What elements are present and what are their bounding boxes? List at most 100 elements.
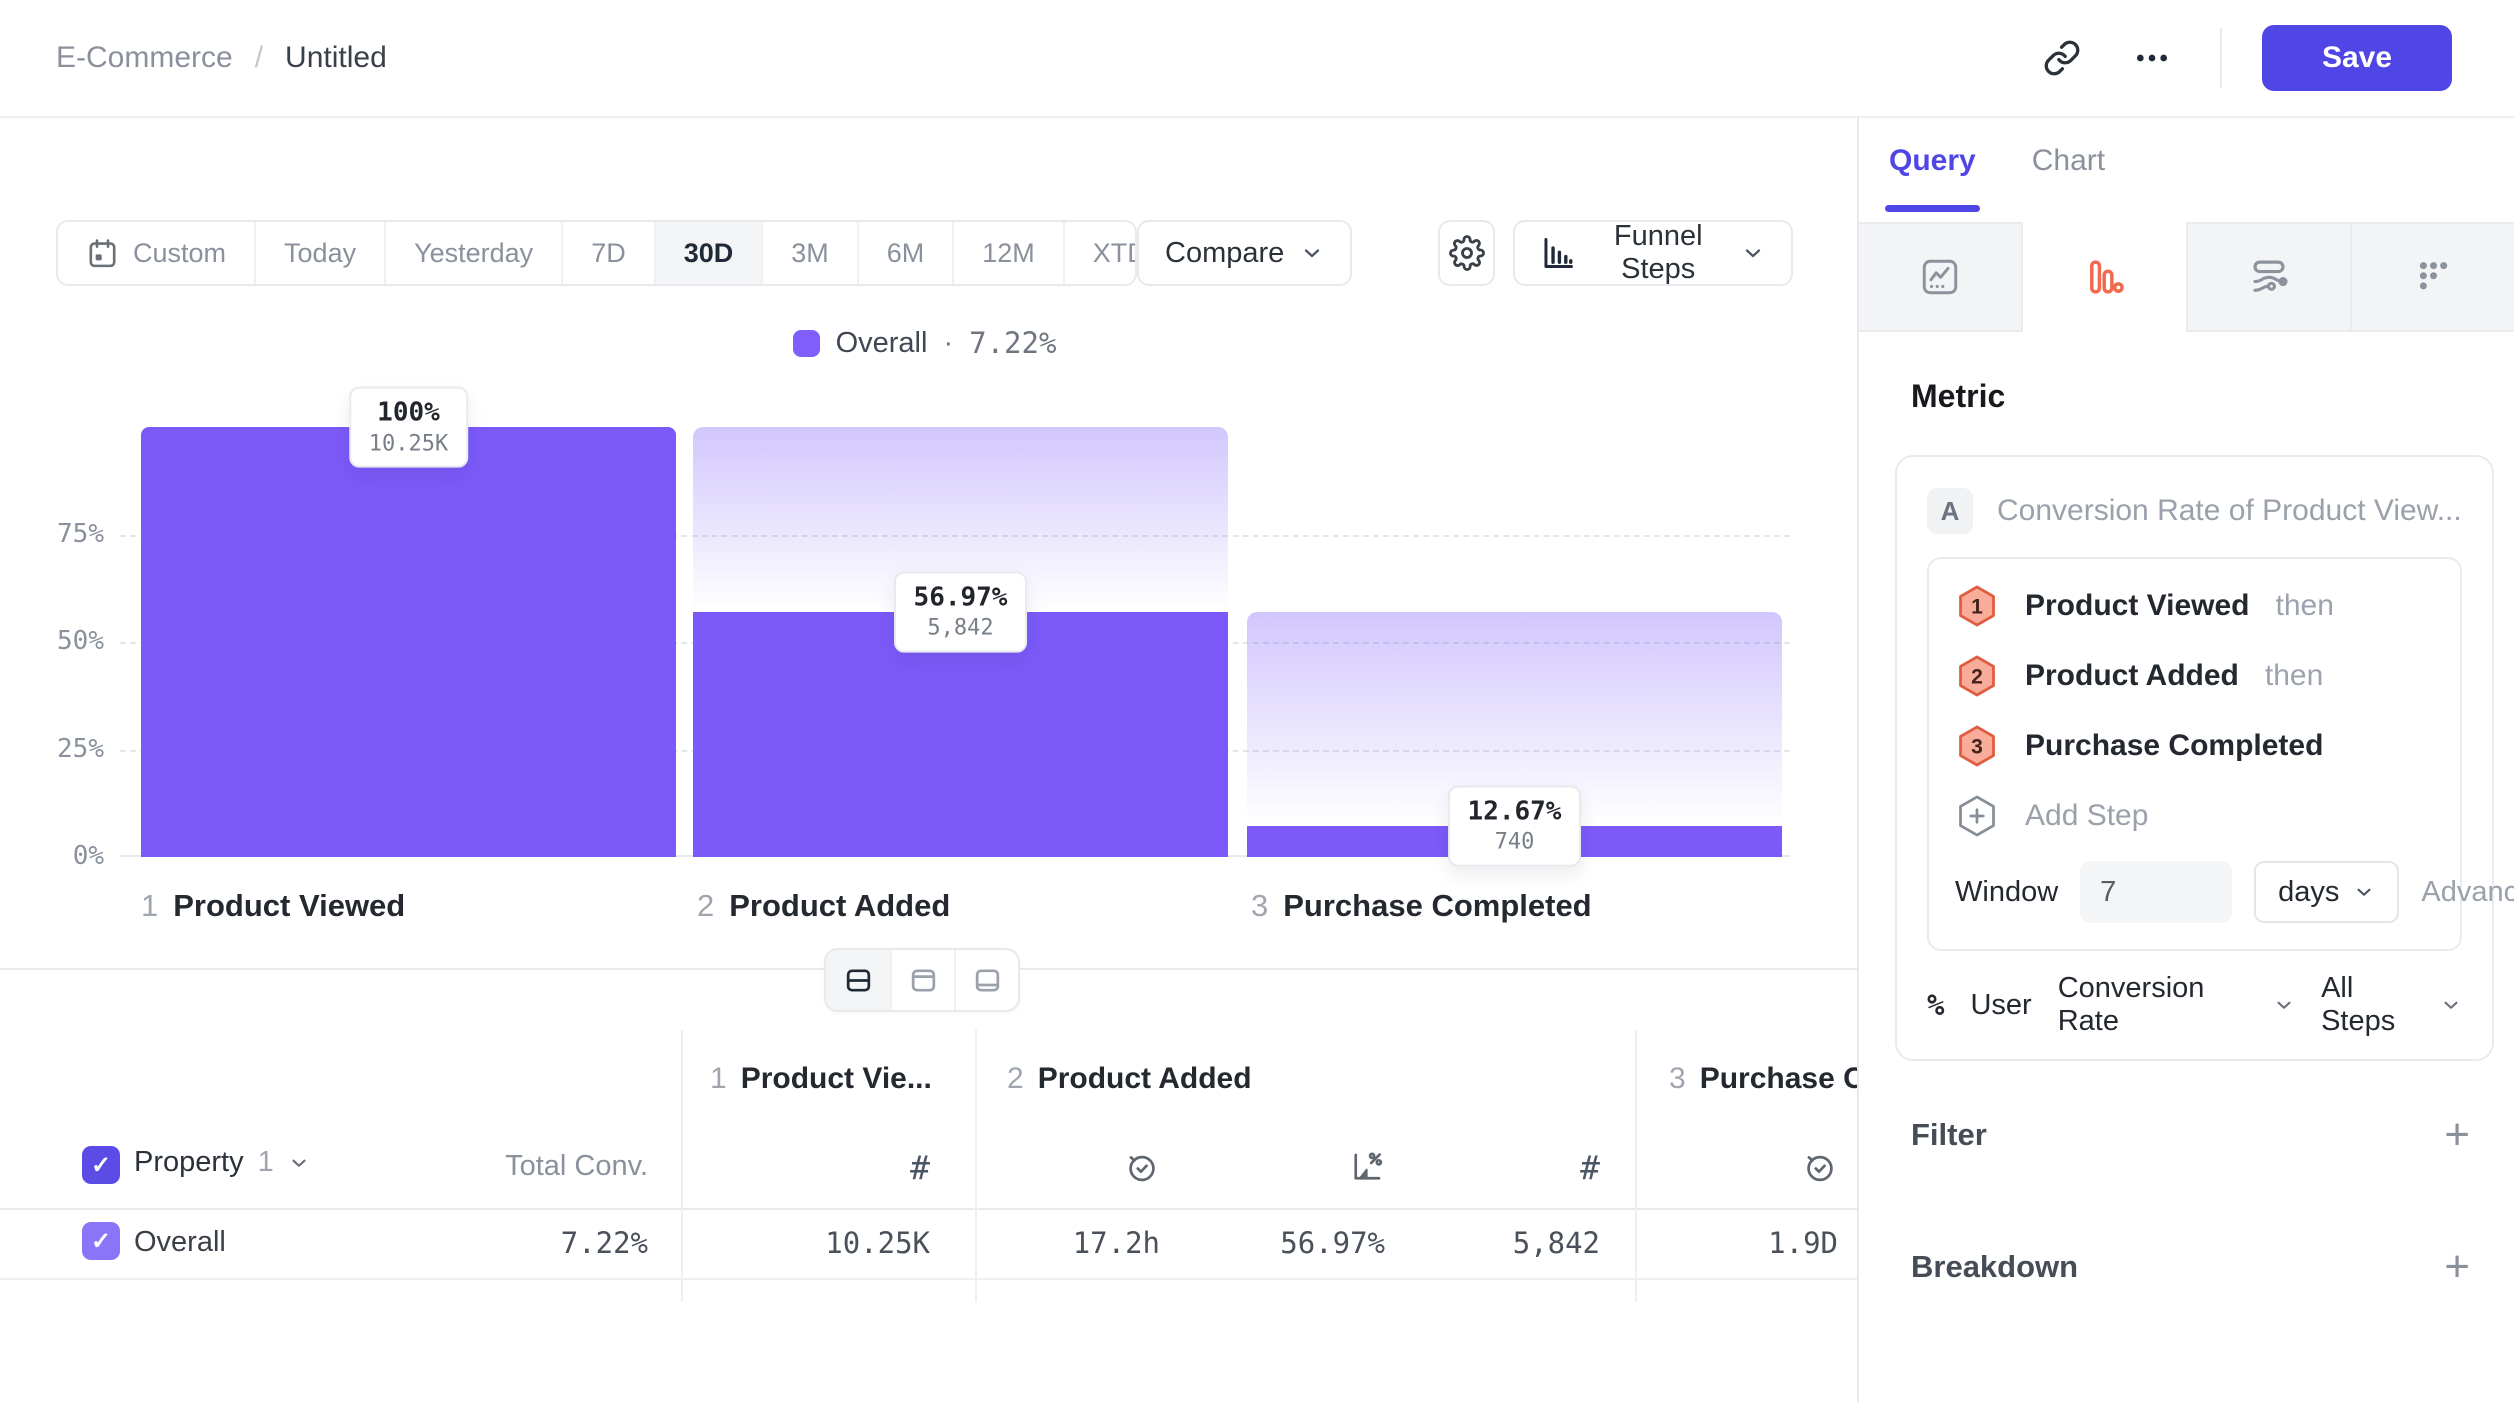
table-group-2-header: 2 Product Added bbox=[1007, 1062, 1252, 1096]
range-7d[interactable]: 7D bbox=[561, 222, 654, 284]
range-label: 3M bbox=[791, 238, 829, 269]
chart-type-funnel-tab[interactable] bbox=[2023, 222, 2187, 332]
chevron-down-icon bbox=[2353, 881, 2375, 903]
step-row-1[interactable]: 1 Product Viewed then bbox=[1955, 571, 2434, 641]
range-label: XTD bbox=[1093, 238, 1137, 269]
range-12m[interactable]: 12M bbox=[952, 222, 1063, 284]
range-label: 6M bbox=[887, 238, 925, 269]
step-label-1: 1 Product Viewed bbox=[141, 888, 405, 924]
chart-type-flows-tab[interactable] bbox=[2188, 222, 2352, 332]
advanced-toggle[interactable]: Advanced bbox=[2421, 876, 2514, 909]
group-number: 3 bbox=[1669, 1062, 1686, 1096]
group-name: Product Vie... bbox=[741, 1062, 932, 1096]
funnel-bar-step-1[interactable]: 100% 10.25K bbox=[141, 427, 676, 857]
row-cell: 10.25K bbox=[825, 1226, 930, 1260]
breadcrumb-current-title[interactable]: Untitled bbox=[285, 41, 387, 75]
step-row-3[interactable]: 3 Purchase Completed bbox=[1955, 711, 2434, 781]
step-connector: then bbox=[2276, 589, 2334, 623]
layout-switcher bbox=[824, 948, 1020, 1012]
panel-tabs: Query Chart bbox=[1859, 118, 2514, 222]
chart-view-label: Funnel Steps bbox=[1591, 220, 1725, 286]
step-event-name: Purchase Completed bbox=[2025, 729, 2323, 763]
metric-series-row[interactable]: A Conversion Rate of Product View... bbox=[1927, 485, 2462, 537]
table-group-3-header: 3 Purchase C bbox=[1669, 1062, 1857, 1096]
breadcrumb-parent[interactable]: E-Commerce bbox=[56, 41, 233, 75]
select-all-checkbox[interactable]: ✓ bbox=[82, 1146, 120, 1184]
chart-settings-button[interactable] bbox=[1438, 220, 1495, 286]
range-yesterday[interactable]: Yesterday bbox=[384, 222, 561, 284]
property-column-header[interactable]: Property 1 bbox=[134, 1146, 310, 1179]
row-name: Overall bbox=[134, 1226, 226, 1259]
save-button[interactable]: Save bbox=[2262, 25, 2452, 91]
range-custom[interactable]: Custom bbox=[58, 222, 254, 284]
chart-type-retention-tab[interactable] bbox=[2352, 222, 2514, 332]
layout-line-bottom-button[interactable] bbox=[954, 950, 1018, 1010]
measure-scope-select[interactable]: All Steps bbox=[2321, 972, 2462, 1038]
funnel-bar-solid bbox=[141, 427, 676, 857]
legend-value: 7.22% bbox=[969, 326, 1056, 360]
step-name: Product Viewed bbox=[173, 888, 405, 924]
funnel-bar-tooltip: 100% 10.25K bbox=[349, 386, 468, 467]
measure-metric-select[interactable]: Conversion Rate bbox=[2058, 972, 2295, 1038]
window-label: Window bbox=[1955, 876, 2058, 909]
chart-legend: Overall · 7.22% bbox=[56, 326, 1793, 360]
range-3m[interactable]: 3M bbox=[761, 222, 857, 284]
measure-entity[interactable]: User bbox=[1970, 989, 2031, 1022]
layout-line-top-button[interactable] bbox=[890, 950, 954, 1010]
step-connector: then bbox=[2265, 659, 2323, 693]
tooltip-count: 740 bbox=[1468, 829, 1562, 857]
row-cell: 17.2h bbox=[1073, 1226, 1160, 1260]
breakdown-label: Breakdown bbox=[1911, 1249, 2078, 1285]
chevron-down-icon bbox=[2273, 994, 2295, 1016]
svg-text:2: 2 bbox=[1971, 665, 1983, 688]
tooltip-percent: 100% bbox=[369, 396, 448, 430]
compare-label: Compare bbox=[1165, 237, 1284, 270]
property-index: 1 bbox=[258, 1146, 274, 1179]
column-divider bbox=[975, 1030, 977, 1302]
series-title: Conversion Rate of Product View... bbox=[1997, 494, 2462, 528]
percent-icon: % bbox=[1927, 988, 1944, 1022]
window-unit-select[interactable]: days bbox=[2254, 861, 2399, 923]
step-badge-icon: 1 bbox=[1955, 584, 1999, 628]
property-label: Property bbox=[134, 1146, 244, 1179]
chart-view-selector[interactable]: Funnel Steps bbox=[1513, 220, 1793, 286]
range-today[interactable]: Today bbox=[254, 222, 384, 284]
range-30d[interactable]: 30D bbox=[654, 222, 762, 284]
add-filter-button[interactable]: + bbox=[2444, 1113, 2470, 1157]
more-menu-button[interactable] bbox=[2124, 30, 2180, 86]
add-step-button[interactable]: Add Step bbox=[1955, 781, 2434, 851]
range-label: Today bbox=[284, 238, 356, 269]
range-xtd[interactable]: XTD bbox=[1063, 222, 1137, 284]
date-range-switcher: Custom Today Yesterday 7D 30D 3M 6M 12M … bbox=[56, 220, 1137, 286]
add-step-label: Add Step bbox=[2025, 799, 2148, 833]
step-row-2[interactable]: 2 Product Added then bbox=[1955, 641, 2434, 711]
compare-button[interactable]: Compare bbox=[1137, 220, 1352, 286]
stopwatch-check-icon bbox=[1124, 1149, 1160, 1185]
window-value-input[interactable] bbox=[2080, 861, 2232, 923]
layout-split-rows-button[interactable] bbox=[826, 950, 890, 1010]
legend-swatch bbox=[793, 330, 820, 357]
step-name: Product Added bbox=[729, 888, 950, 924]
breadcrumb-separator: / bbox=[255, 41, 263, 75]
tab-query[interactable]: Query bbox=[1889, 144, 1976, 222]
share-link-button[interactable] bbox=[2034, 30, 2090, 86]
funnel-bar-step-2[interactable]: 56.97% 5,842 bbox=[693, 427, 1228, 857]
group-number: 1 bbox=[710, 1062, 727, 1096]
range-label: 30D bbox=[684, 238, 734, 269]
link-icon bbox=[2043, 39, 2081, 77]
advanced-label: Advanced bbox=[2421, 876, 2514, 909]
add-breakdown-button[interactable]: + bbox=[2444, 1245, 2470, 1289]
funnel-bar-step-3[interactable]: 12.67% 740 bbox=[1247, 427, 1782, 857]
insights-chart-icon bbox=[1919, 256, 1961, 298]
chart-type-insights-tab[interactable] bbox=[1859, 222, 2023, 332]
range-6m[interactable]: 6M bbox=[857, 222, 953, 284]
tab-chart[interactable]: Chart bbox=[2032, 144, 2105, 222]
funnel-step-labels: 1 Product Viewed 2 Product Added 3 Purch… bbox=[0, 888, 1857, 932]
chevron-down-icon bbox=[288, 1152, 310, 1174]
legend-series[interactable]: Overall bbox=[836, 327, 928, 360]
chevron-down-icon bbox=[1741, 241, 1765, 265]
check-icon: ✓ bbox=[91, 1151, 111, 1180]
row-checkbox[interactable]: ✓ bbox=[82, 1222, 120, 1260]
chart-type-tabs bbox=[1859, 222, 2514, 332]
funnel-bar-tooltip: 56.97% 5,842 bbox=[894, 571, 1028, 652]
